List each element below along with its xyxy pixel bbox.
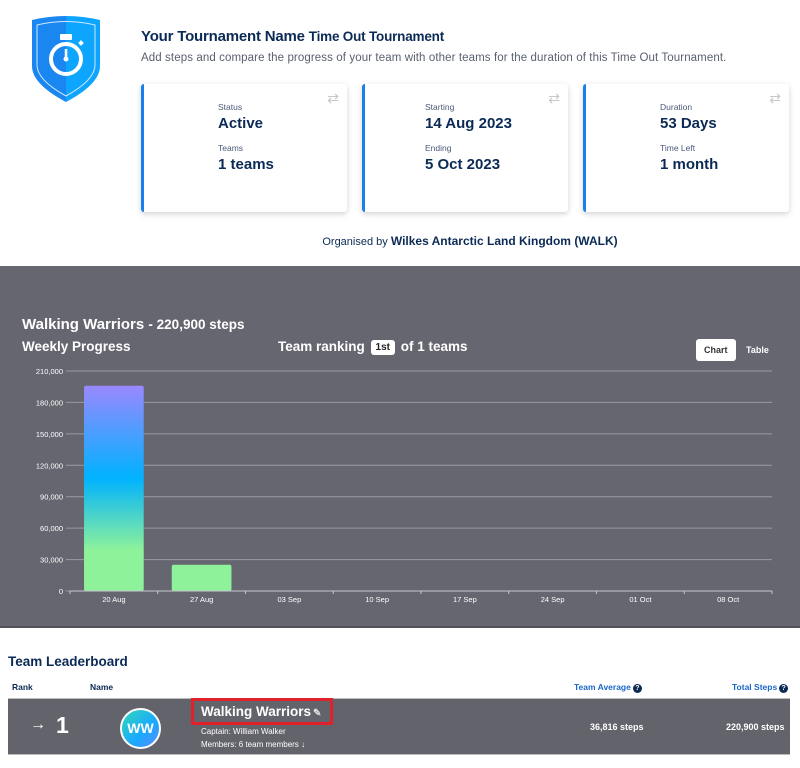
y-tick-label: 60,000 bbox=[40, 524, 63, 533]
y-tick-label: 0 bbox=[59, 587, 63, 596]
teams-label: Teams bbox=[218, 143, 244, 153]
ranking-badge: 1st bbox=[370, 340, 395, 355]
y-tick-label: 210,000 bbox=[36, 367, 63, 376]
team-members-toggle[interactable]: Members: 6 team members ↓ bbox=[201, 740, 305, 749]
tournament-header: Your Tournament Name Time Out Tournament… bbox=[0, 0, 800, 266]
edit-icon[interactable]: ✎ bbox=[313, 708, 321, 719]
team-leaderboard: Team Leaderboard Rank Name Team Average?… bbox=[0, 628, 800, 768]
average-column-header[interactable]: Team Average? bbox=[574, 682, 642, 693]
status-label: Status bbox=[218, 102, 243, 112]
x-tick-label: 17 Sep bbox=[453, 595, 477, 604]
flip-icon[interactable]: ⇄ bbox=[327, 90, 339, 107]
x-tick-label: 03 Sep bbox=[277, 595, 301, 604]
y-tick-label: 120,000 bbox=[36, 461, 63, 470]
x-tick-label: 08 Oct bbox=[717, 595, 740, 604]
duration-card[interactable]: ⇄ Duration 53 Days Time Left 1 month bbox=[583, 84, 789, 212]
flip-icon[interactable]: ⇄ bbox=[548, 90, 560, 107]
time-left-value: 1 month bbox=[660, 156, 719, 173]
ending-value: 5 Oct 2023 bbox=[425, 156, 501, 173]
x-tick-label: 01 Oct bbox=[629, 595, 652, 604]
help-icon[interactable]: ? bbox=[779, 684, 789, 693]
total-column-header[interactable]: Total Steps? bbox=[732, 682, 789, 693]
rank-column-header: Rank bbox=[12, 682, 33, 692]
rank-trend-arrow-icon: → bbox=[30, 716, 46, 733]
time-left-label: Time Left bbox=[660, 143, 696, 153]
team-avatar: WW bbox=[120, 708, 161, 749]
x-tick-label: 27 Aug bbox=[190, 595, 213, 604]
y-tick-label: 150,000 bbox=[36, 430, 63, 439]
page-title: Your Tournament Name Time Out Tournament bbox=[141, 28, 444, 45]
weekly-progress-section: Walking Warriors - 220,900 steps Weekly … bbox=[0, 266, 800, 628]
chart-toggle-button[interactable]: Chart bbox=[696, 339, 736, 361]
flip-icon[interactable]: ⇄ bbox=[769, 90, 781, 107]
x-tick-label: 24 Sep bbox=[541, 595, 565, 604]
status-card[interactable]: ⇄ Status Active Teams 1 teams bbox=[141, 84, 347, 212]
total-steps-value: 220,900 steps bbox=[726, 722, 785, 732]
y-tick-label: 90,000 bbox=[40, 493, 63, 502]
team-ranking: Team ranking 1st of 1 teams bbox=[278, 339, 468, 355]
x-tick-label: 10 Sep bbox=[365, 595, 389, 604]
y-tick-label: 180,000 bbox=[36, 398, 63, 407]
organiser-name: Wilkes Antarctic Land Kingdom (WALK) bbox=[390, 234, 618, 248]
dates-card[interactable]: ⇄ Starting 14 Aug 2023 Ending 5 Oct 2023 bbox=[362, 84, 568, 212]
stopwatch-shield-icon bbox=[32, 16, 100, 102]
starting-label: Starting bbox=[425, 102, 455, 112]
x-tick-label: 20 Aug bbox=[102, 595, 125, 604]
team-captain: Captain: William Walker bbox=[201, 727, 286, 736]
total-header-label: Total Steps bbox=[732, 682, 778, 692]
page-description: Add steps and compare the progress of yo… bbox=[141, 52, 727, 64]
teams-value: 1 teams bbox=[218, 156, 274, 173]
status-value: Active bbox=[218, 115, 264, 132]
rank-number: 1 bbox=[56, 712, 69, 738]
weekly-progress-label: Weekly Progress bbox=[22, 339, 131, 354]
ending-label: Ending bbox=[425, 143, 452, 153]
help-icon[interactable]: ? bbox=[632, 684, 642, 693]
organised-label: Organised by bbox=[322, 236, 388, 248]
ranking-prefix: Team ranking bbox=[278, 339, 365, 354]
team-average-value: 36,816 steps bbox=[590, 722, 644, 732]
table-toggle-button[interactable]: Table bbox=[738, 339, 777, 361]
weekly-progress-chart: 0 30,000 60,000 90,000 120,000 150,000 180,000… bbox=[36, 367, 773, 604]
title-label: Your Tournament Name bbox=[141, 28, 305, 45]
bar-27-aug[interactable] bbox=[171, 564, 232, 591]
team-heading: Walking Warriors - 220,900 steps bbox=[22, 316, 244, 333]
team-name-link[interactable]: Walking Warriors ✎ bbox=[201, 704, 321, 719]
tournament-name: Time Out Tournament bbox=[308, 29, 444, 44]
organiser-line: Organised by Wilkes Antarctic Land Kingd… bbox=[0, 234, 800, 248]
starting-value: 14 Aug 2023 bbox=[425, 115, 512, 132]
table-row[interactable]: → 1 WW Walking Warriors ✎ Captain: Willia… bbox=[8, 698, 790, 755]
team-name: Walking Warriors bbox=[201, 704, 312, 719]
team-steps: - 220,900 steps bbox=[148, 317, 245, 332]
name-column-header: Name bbox=[90, 682, 114, 692]
duration-label: Duration bbox=[660, 102, 693, 112]
team-name-heading: Walking Warriors bbox=[22, 316, 145, 333]
bar-20-aug[interactable] bbox=[84, 385, 144, 591]
leaderboard-title: Team Leaderboard bbox=[8, 654, 128, 669]
y-tick-label: 30,000 bbox=[40, 556, 63, 565]
duration-value: 53 Days bbox=[660, 115, 717, 132]
ranking-suffix: of 1 teams bbox=[400, 339, 468, 354]
average-header-label: Team Average bbox=[574, 682, 631, 692]
